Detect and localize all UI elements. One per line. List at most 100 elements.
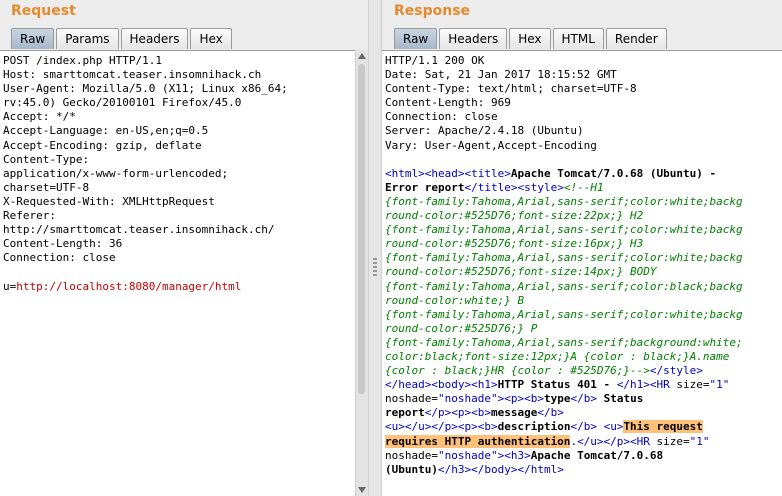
html-line: {color : black;}HR {color : #525D76;}-->… bbox=[385, 364, 782, 378]
html-attr: size bbox=[656, 434, 684, 448]
request-line: Accept: */* bbox=[3, 110, 76, 124]
request-tab-hex[interactable]: Hex bbox=[190, 28, 232, 49]
html-bold-text: description bbox=[497, 420, 571, 434]
response-tabs: Raw Headers Hex HTML Render bbox=[394, 28, 669, 50]
param-value: http://localhost:8080/manager/html bbox=[16, 279, 242, 293]
html-tag: </b> bbox=[570, 392, 604, 406]
css-text: {color : black;}HR {color : #525D76;}--> bbox=[385, 364, 650, 378]
request-line: X-Requested-With: XMLHttpRequest bbox=[3, 194, 215, 208]
html-attr-value: "1" bbox=[689, 434, 710, 448]
response-header-line: Vary: User-Agent,Accept-Encoding bbox=[385, 138, 597, 152]
html-line: Error report</title><style><!--H1 bbox=[385, 181, 782, 195]
request-scrollbar[interactable] bbox=[355, 50, 368, 496]
highlighted-match: requires HTTP authentication bbox=[385, 434, 571, 448]
html-line: noshade="noshade"><h3>Apache Tomcat/7.0.… bbox=[385, 449, 782, 463]
html-eq: = bbox=[702, 378, 710, 392]
response-header-line: Content-Length: 969 bbox=[385, 96, 511, 110]
request-line: application/x-www-form-urlencoded; bbox=[3, 166, 229, 180]
request-line: rv:45.0) Gecko/20100101 Firefox/45.0 bbox=[3, 96, 242, 110]
request-tab-params[interactable]: Params bbox=[56, 28, 119, 49]
scroll-thumb[interactable] bbox=[358, 64, 365, 394]
html-tag: </style> bbox=[649, 364, 703, 378]
request-tab-raw[interactable]: Raw bbox=[11, 28, 55, 49]
response-header-line: Connection: close bbox=[385, 110, 498, 124]
css-line: round-color:#525D76;font-size:14px;} BOD… bbox=[385, 265, 657, 279]
request-line: Content-Type: bbox=[3, 152, 90, 166]
request-line: POST /index.php HTTP/1.1 bbox=[3, 54, 162, 67]
html-line: report</p><p><b>message</b> bbox=[385, 406, 782, 420]
html-tag: </p><p><b> bbox=[424, 406, 491, 420]
request-line: Connection: close bbox=[3, 251, 116, 265]
request-line: Referer: bbox=[3, 209, 56, 223]
pane-splitter[interactable] bbox=[368, 0, 382, 496]
highlighted-match: This request bbox=[623, 420, 703, 434]
response-tab-hex[interactable]: Hex bbox=[509, 28, 551, 49]
response-editor[interactable]: HTTP/1.1 200 OK Date: Sat, 21 Jan 2017 18… bbox=[382, 50, 782, 496]
css-line: {font-family:Tahoma,Arial,sans-serif;col… bbox=[385, 307, 743, 321]
request-line: charset=UTF-8 bbox=[3, 180, 90, 194]
html-line: (Ubuntu)</h3></body></html> bbox=[385, 463, 782, 477]
html-line: </head><body><h1>HTTP Status 401 - </h1>… bbox=[385, 378, 782, 392]
response-tab-html[interactable]: HTML bbox=[552, 28, 604, 49]
request-raw-text[interactable]: POST /index.php HTTP/1.1 Host: smarttomca… bbox=[3, 54, 288, 294]
response-raw-text[interactable]: HTTP/1.1 200 OK Date: Sat, 21 Jan 2017 18… bbox=[385, 54, 782, 477]
scroll-down-arrow-icon[interactable] bbox=[358, 487, 366, 493]
request-line: Accept-Language: en-US,en;q=0.5 bbox=[3, 124, 209, 138]
response-header-line: Server: Apache/2.4.18 (Ubuntu) bbox=[385, 124, 584, 138]
html-attr-value: "noshade" bbox=[437, 392, 498, 406]
response-tab-headers[interactable]: Headers bbox=[439, 28, 508, 49]
scroll-up-arrow-icon[interactable] bbox=[358, 53, 366, 59]
html-attr: size bbox=[676, 378, 703, 392]
response-header-line bbox=[385, 153, 782, 167]
html-tag: </title><style> bbox=[464, 180, 564, 194]
response-header-line: Date: Sat, 21 Jan 2017 18:15:52 GMT bbox=[385, 68, 617, 82]
html-line: <u></u></p><p><b>description</b> <u>This… bbox=[385, 420, 782, 434]
html-tag: <html><head><title> bbox=[385, 166, 511, 180]
css-line: color:black;font-size:12px;}A {color : b… bbox=[385, 349, 730, 363]
request-line: Host: smarttomcat.teaser.insomnihack.ch bbox=[3, 68, 262, 82]
request-tab-headers[interactable]: Headers bbox=[120, 28, 189, 49]
response-tab-raw[interactable]: Raw bbox=[394, 28, 438, 49]
css-line: {font-family:Tahoma,Arial,sans-serif;col… bbox=[385, 279, 743, 293]
splitter-grip-icon[interactable] bbox=[373, 258, 377, 276]
html-eq: = bbox=[683, 434, 690, 448]
css-line: {font-family:Tahoma,Arial,sans-serif;col… bbox=[385, 251, 743, 265]
html-attr: noshade bbox=[385, 448, 432, 462]
html-line: <html><head><title>Apache Tomcat/7.0.68 … bbox=[385, 167, 782, 181]
html-heading-text: Apache Tomcat/7.0.68 bbox=[530, 448, 664, 462]
request-line: User-Agent: Mozilla/5.0 (X11; Linux x86_… bbox=[3, 82, 288, 96]
request-line: Content-Length: 36 bbox=[3, 237, 123, 251]
html-line: noshade="noshade"><p><b>type</b> Status bbox=[385, 392, 782, 406]
html-tag: </b> bbox=[537, 406, 564, 420]
response-title: Response bbox=[394, 3, 471, 19]
response-tab-render[interactable]: Render bbox=[605, 28, 667, 49]
css-line: round-color:#525D76;} P bbox=[385, 321, 538, 335]
css-line: round-color:white;} B bbox=[385, 293, 525, 307]
css-line: round-color:#525D76;font-size:16px;} H3 bbox=[385, 237, 644, 251]
html-title-text: Error report bbox=[385, 180, 465, 194]
request-pane: Request Raw Params Headers Hex POST /ind… bbox=[0, 0, 368, 496]
css-line: {font-family:Tahoma,Arial,sans-serif;col… bbox=[385, 223, 743, 237]
request-line: Accept-Encoding: gzip, deflate bbox=[3, 138, 202, 152]
html-tag: </h1><HR bbox=[616, 378, 677, 392]
request-editor[interactable]: POST /index.php HTTP/1.1 Host: smarttomca… bbox=[0, 50, 356, 496]
response-header-line: Content-Type: text/html; charset=UTF-8 bbox=[385, 82, 637, 96]
html-tag: ><h3> bbox=[497, 448, 531, 462]
param-name: u bbox=[3, 279, 10, 293]
html-heading-text: (Ubuntu) bbox=[385, 462, 438, 476]
request-line: http://smarttomcat.teaser.insomnihack.ch… bbox=[3, 223, 275, 237]
html-tag: </head><body><h1> bbox=[385, 378, 498, 392]
request-body-param: u=http://localhost:8080/manager/html bbox=[3, 280, 288, 294]
html-tag: </b> <u> bbox=[570, 420, 624, 434]
css-text: <!--H1 bbox=[563, 180, 604, 194]
request-tabs: Raw Params Headers Hex bbox=[11, 28, 234, 50]
html-bold-text: Status bbox=[603, 392, 644, 406]
html-bold-text: type bbox=[543, 392, 571, 406]
css-line: {font-family:Tahoma,Arial,sans-serif;bac… bbox=[385, 335, 743, 349]
html-tag: </h3></body></html> bbox=[437, 462, 564, 476]
css-line: {font-family:Tahoma,Arial,sans-serif;col… bbox=[385, 194, 743, 208]
html-line: requires HTTP authentication.</u></p><HR… bbox=[385, 434, 782, 449]
html-bold-text: message bbox=[490, 406, 538, 420]
html-bold-text: report bbox=[385, 406, 425, 420]
request-line bbox=[3, 265, 288, 279]
